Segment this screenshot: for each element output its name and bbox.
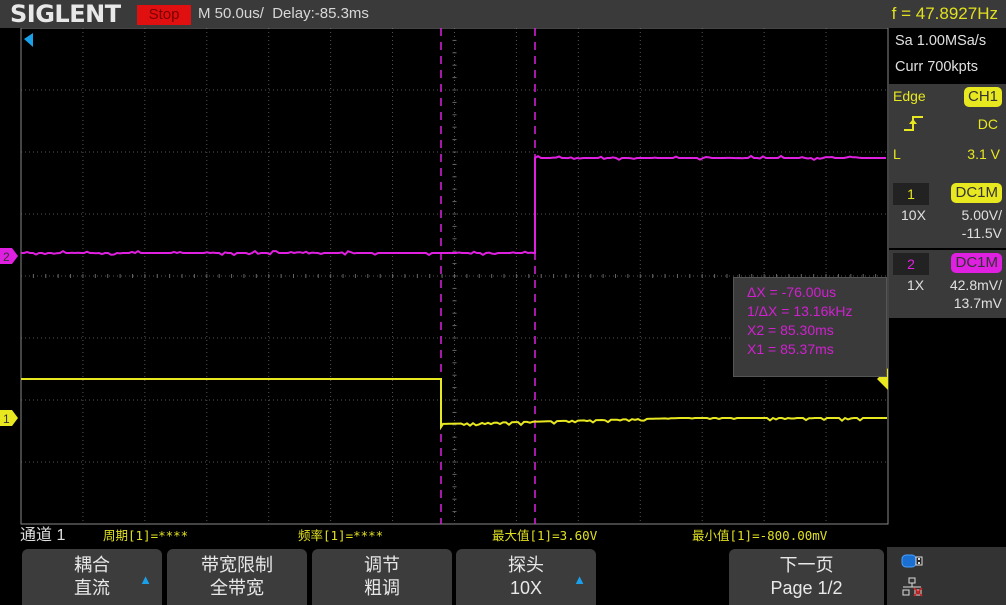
measurement-channel-label: 通道 1 xyxy=(20,527,66,544)
timebase-readout[interactable]: M 50.0us/ Delay:-85.3ms xyxy=(198,4,369,24)
menu-up-arrow-icon: ▲ xyxy=(139,572,152,587)
ch1-scale: 5.00V/ xyxy=(961,207,1002,223)
ch1-marker-label: 1 xyxy=(3,412,10,426)
ch1-coupling: DC1M xyxy=(951,183,1002,203)
trigger-level: 3.1 V xyxy=(967,146,1000,162)
waveform-display[interactable]: 2 1 ΔX = -76.00us 1/ΔX = 13.16kHz X2 = 8… xyxy=(0,27,890,525)
ch2-offset-marker[interactable]: 2 xyxy=(0,248,18,264)
memory-depth: Curr 700kpts xyxy=(895,59,979,75)
sample-rate: Sa 1.00MSa/s xyxy=(895,33,987,49)
ch1-offset: -11.5V xyxy=(961,225,1002,241)
softkey-bandwidth-value: 全带宽 xyxy=(210,578,264,598)
softkey-menu: 耦合 直流 ▲ 带宽限制 全带宽 调节 粗调 探头 10X ▲ 下一页 Page… xyxy=(0,547,1006,605)
frequency-counter: f = 47.8927Hz xyxy=(891,4,998,23)
measurement-bar: 通道 1 周期[1]=**** 频率[1]=**** 最大值[1]=3.60V … xyxy=(0,525,889,547)
softkey-next-page-value: Page 1/2 xyxy=(770,578,843,598)
cursor-measurement-box: ΔX = -76.00us 1/ΔX = 13.16kHz X2 = 85.30… xyxy=(733,277,887,377)
softkey-probe[interactable]: 探头 10X ▲ xyxy=(456,549,596,605)
graticule xyxy=(20,27,889,525)
ch2-offset: 13.7mV xyxy=(953,295,1002,311)
right-info-panel: Sa 1.00MSa/s Curr 700kpts Edge CH1 DC L … xyxy=(889,28,1006,548)
softkey-bandwidth-limit[interactable]: 带宽限制 全带宽 xyxy=(167,549,307,605)
trigger-type: Edge xyxy=(893,88,926,104)
ch2-info[interactable]: 2 DC1M 1X 42.8mV/ 13.7mV xyxy=(889,250,1006,318)
rising-edge-icon xyxy=(903,114,925,135)
trigger-level-label: L xyxy=(893,146,901,162)
acquisition-info[interactable]: Sa 1.00MSa/s Curr 700kpts xyxy=(889,28,1006,86)
trigger-position-marker[interactable] xyxy=(24,33,33,47)
timebase-scale: M 50.0us/ xyxy=(198,5,264,22)
status-icons xyxy=(887,547,1006,605)
ch2-marker-label: 2 xyxy=(3,250,10,264)
top-status-bar: SIGLENT Stop M 50.0us/ Delay:-85.3ms f =… xyxy=(0,0,1006,28)
run-stop-indicator[interactable]: Stop xyxy=(137,5,191,25)
softkey-adjust-value: 粗调 xyxy=(364,578,400,598)
cursor-x1: X1 = 85.37ms xyxy=(747,341,834,357)
measurement-max[interactable]: 最大值[1]=3.60V xyxy=(492,525,597,547)
measurement-frequency[interactable]: 频率[1]=**** xyxy=(298,525,383,547)
softkey-adjust-title: 调节 xyxy=(364,555,400,575)
softkey-next-page[interactable]: 下一页 Page 1/2 xyxy=(729,549,884,605)
softkey-coupling[interactable]: 耦合 直流 ▲ xyxy=(22,549,162,605)
ch1-trace xyxy=(21,378,887,431)
cursor-inverse-delta-x: 1/ΔX = 13.16kHz xyxy=(747,303,853,319)
ch2-coupling: DC1M xyxy=(951,253,1002,273)
softkey-adjust[interactable]: 调节 粗调 xyxy=(312,549,452,605)
ch2-trace xyxy=(21,154,886,257)
network-disconnected-icon[interactable] xyxy=(901,577,925,602)
usb-icon[interactable] xyxy=(901,554,923,573)
ch2-scale: 42.8mV/ xyxy=(949,277,1002,293)
ch1-info[interactable]: 1 DC1M 10X 5.00V/ -11.5V xyxy=(889,180,1006,248)
ch2-number: 2 xyxy=(893,253,929,275)
cursor-x2: X2 = 85.30ms xyxy=(747,322,834,338)
horizontal-delay: Delay:-85.3ms xyxy=(272,5,369,22)
measurement-min[interactable]: 最小值[1]=-800.00mV xyxy=(692,525,827,547)
softkey-next-page-title: 下一页 xyxy=(779,555,834,575)
siglent-logo: SIGLENT xyxy=(10,0,121,28)
trigger-info[interactable]: Edge CH1 DC L 3.1 V xyxy=(889,84,1006,180)
ch1-offset-marker[interactable]: 1 xyxy=(0,410,18,426)
trigger-coupling: DC xyxy=(977,116,998,132)
menu-up-arrow-icon: ▲ xyxy=(573,572,586,587)
ch2-probe: 1X xyxy=(907,277,925,293)
cursor-delta-x: ΔX = -76.00us xyxy=(747,284,837,300)
ch1-probe: 10X xyxy=(901,207,926,223)
ch1-number: 1 xyxy=(893,183,929,205)
trigger-source: CH1 xyxy=(963,87,1002,107)
softkey-bandwidth-title: 带宽限制 xyxy=(201,555,273,575)
measurement-period[interactable]: 周期[1]=**** xyxy=(103,525,188,547)
